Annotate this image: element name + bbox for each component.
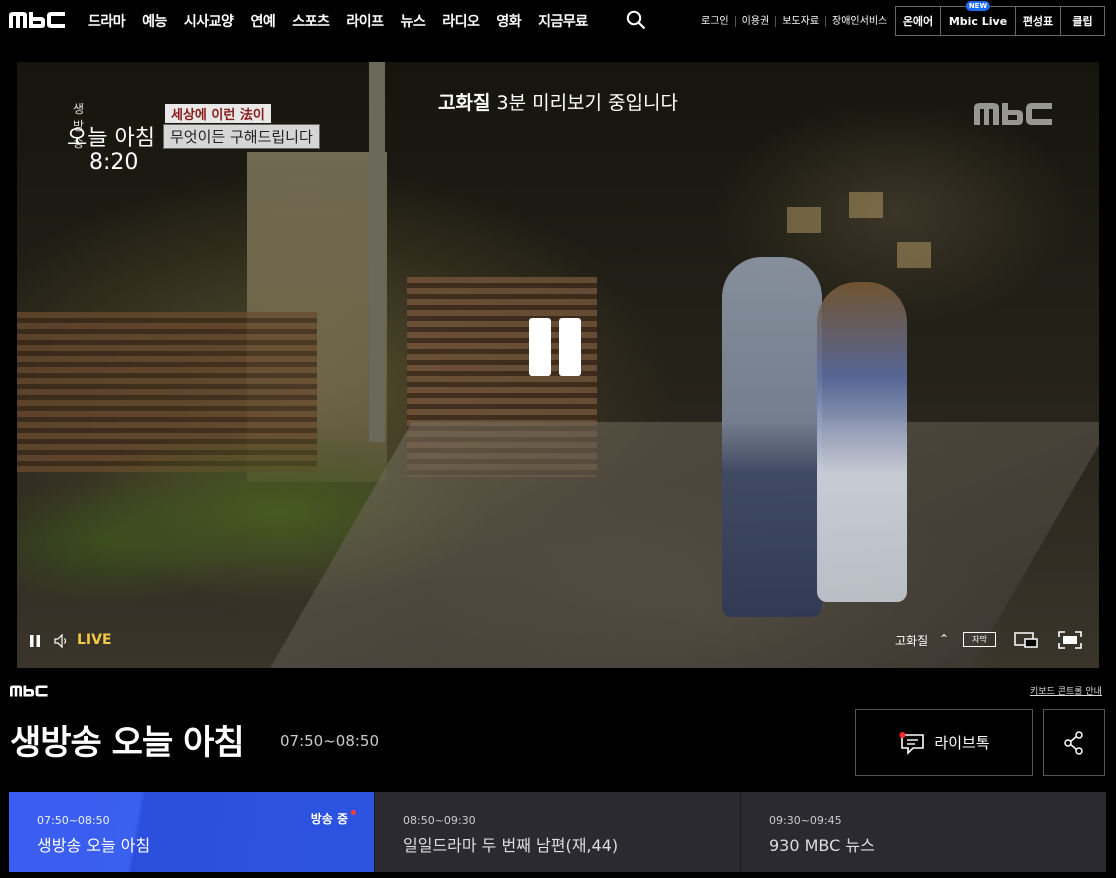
share-button[interactable]: [1043, 709, 1105, 776]
onair-button[interactable]: 온에어: [895, 6, 941, 36]
video-player[interactable]: 생방송 오늘 아침 8:20 세상에 이런 法이 무엇이든 구해드립니다 고화질…: [17, 62, 1099, 668]
search-icon[interactable]: [626, 10, 646, 30]
nav-current-affairs[interactable]: 시사교양: [184, 11, 234, 31]
preview-message: 고화질 3분 미리보기 중입니다: [17, 88, 1099, 115]
onair-dot-icon: [351, 810, 356, 815]
preview-quality: 고화질: [438, 92, 491, 114]
nav-movie[interactable]: 영화: [496, 11, 521, 31]
quality-selector[interactable]: 고화질: [895, 632, 928, 649]
livetalk-button[interactable]: 라이브톡: [855, 709, 1033, 776]
clip-button[interactable]: 클립: [1060, 6, 1105, 36]
preview-text: 3분 미리보기 중입니다: [490, 92, 678, 114]
video-scene-person: [817, 282, 907, 602]
nav-drama[interactable]: 드라마: [88, 11, 126, 31]
channel-logo: [10, 685, 48, 697]
schedule-strip: 07:50~08:50 생방송 오늘 아침 방송 중 08:50~09:30 일…: [9, 792, 1106, 872]
bug-title: 오늘 아침: [67, 126, 155, 151]
schedule-item[interactable]: 09:30~09:45 930 MBC 뉴스: [740, 792, 1106, 872]
keyboard-guide-link[interactable]: 키보드 콘트롤 안내: [1030, 684, 1102, 697]
video-scene-window: [849, 192, 883, 218]
player-controls: LIVE 고화질 ⌃ 자막: [17, 622, 1099, 658]
service-buttons: 온에어 NEW Mbic Live 편성표 클립: [895, 1, 1105, 36]
pip-icon[interactable]: [1013, 630, 1039, 650]
schedule-item-current[interactable]: 07:50~08:50 생방송 오늘 아침 방송 중: [9, 792, 374, 872]
schedule-time: 09:30~09:45: [769, 814, 842, 827]
bug-clock: 8:20: [89, 150, 139, 175]
livetalk-label: 라이브톡: [934, 734, 990, 752]
main-nav: 드라마 예능 시사교양 연예 스포츠 라이프 뉴스 라디오 영화 지금무료: [88, 0, 605, 42]
top-nav: 드라마 예능 시사교양 연예 스포츠 라이프 뉴스 라디오 영화 지금무료 로그…: [0, 0, 1116, 42]
center-pause-icon[interactable]: [529, 318, 583, 376]
schedule-name: 일일드라마 두 번째 남편(재,44): [403, 836, 619, 855]
share-icon: [1064, 730, 1083, 755]
caption-button[interactable]: 자막: [963, 632, 996, 647]
schedule-name: 생방송 오늘 아침: [37, 836, 151, 855]
chevron-up-icon[interactable]: ⌃: [939, 632, 949, 646]
bug-segment-subtitle: 무엇이든 구해드립니다: [163, 124, 320, 149]
schedule-button[interactable]: 편성표: [1015, 6, 1061, 36]
volume-icon[interactable]: [53, 633, 69, 649]
nav-free-now[interactable]: 지금무료: [538, 11, 588, 31]
schedule-time: 07:50~08:50: [37, 814, 110, 827]
fullscreen-icon[interactable]: [1057, 630, 1083, 650]
program-time: 07:50~08:50: [280, 732, 380, 750]
press-link[interactable]: 보도자료: [775, 15, 825, 27]
nav-radio[interactable]: 라디오: [442, 11, 480, 31]
live-label: LIVE: [77, 632, 112, 648]
accessibility-link[interactable]: 장애인서비스: [825, 15, 893, 27]
login-link[interactable]: 로그인: [695, 16, 735, 27]
nav-news[interactable]: 뉴스: [400, 11, 425, 31]
schedule-item[interactable]: 08:50~09:30 일일드라마 두 번째 남편(재,44): [374, 792, 740, 872]
mbic-live-label: Mbic Live: [948, 14, 1008, 28]
chat-icon: [899, 731, 925, 755]
schedule-time: 08:50~09:30: [403, 814, 476, 827]
mbc-logo[interactable]: [9, 11, 67, 29]
video-scene-pole: [369, 62, 385, 442]
subscription-link[interactable]: 이용권: [734, 15, 776, 27]
onair-badge: 방송 중: [310, 812, 348, 826]
mbc-watermark-logo: [974, 103, 1052, 125]
program-title: 생방송 오늘 아침: [10, 723, 245, 763]
utility-links: 로그인 이용권 보도자료 장애인서비스: [695, 0, 893, 42]
schedule-name: 930 MBC 뉴스: [769, 836, 875, 855]
video-scene-window: [897, 242, 931, 268]
nav-celebrity[interactable]: 연예: [250, 11, 275, 31]
pause-icon[interactable]: [29, 634, 41, 648]
video-scene-person: [722, 257, 822, 617]
nav-life[interactable]: 라이프: [346, 11, 384, 31]
mbic-live-button[interactable]: NEW Mbic Live: [940, 1, 1016, 36]
nav-entertainment[interactable]: 예능: [142, 11, 167, 31]
nav-sports[interactable]: 스포츠: [292, 11, 330, 31]
new-badge: NEW: [965, 1, 991, 11]
video-scene-window: [787, 207, 821, 233]
